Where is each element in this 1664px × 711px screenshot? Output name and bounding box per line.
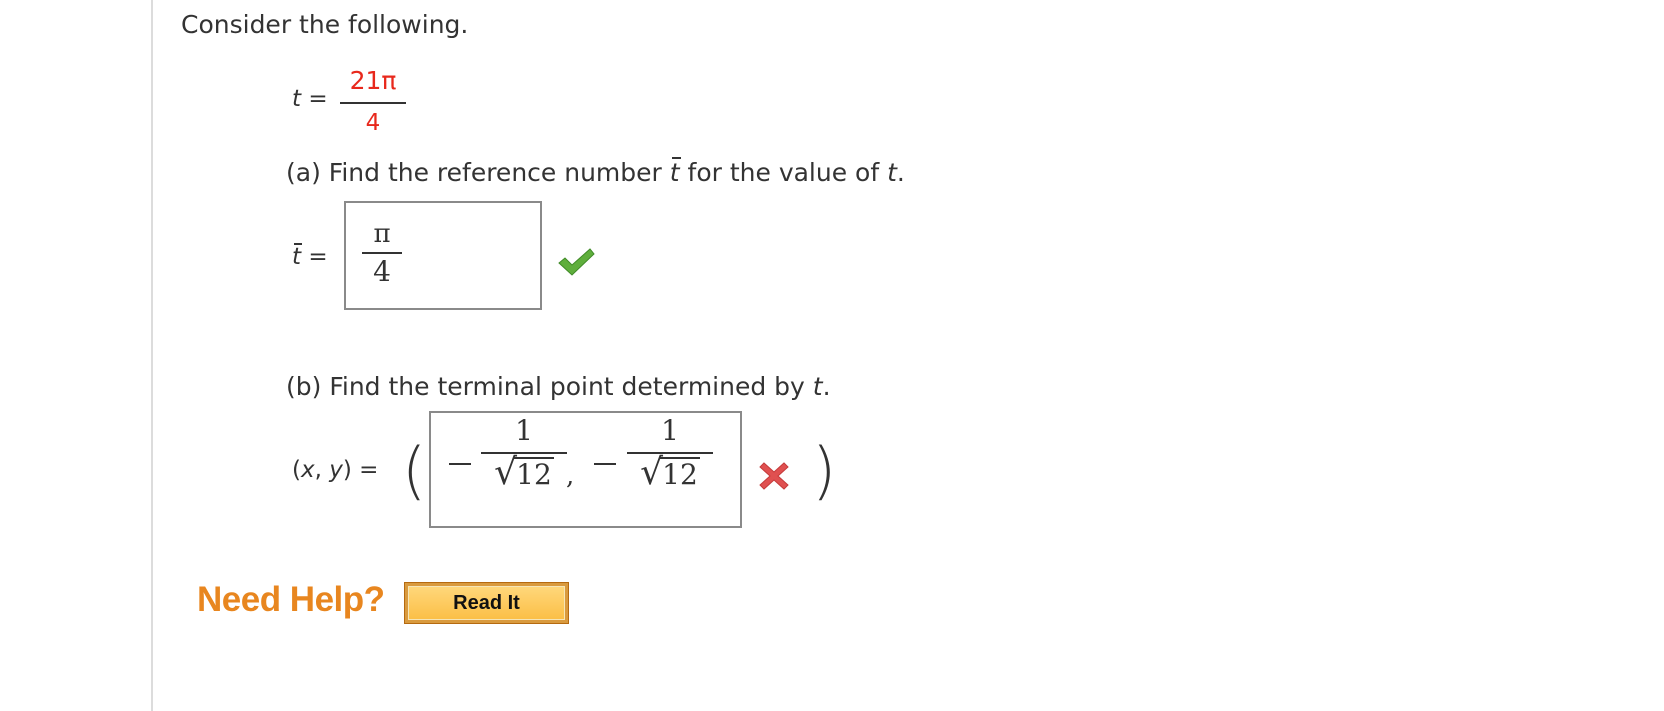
x-radicand: 12 bbox=[514, 457, 554, 491]
part-a-label-var: t bbox=[292, 243, 303, 270]
radical-icon: √ bbox=[494, 452, 518, 493]
y-radicand: 12 bbox=[660, 457, 700, 491]
need-help-label: Need Help? bbox=[197, 580, 385, 619]
left-border bbox=[151, 0, 153, 711]
given-fraction: 21π 4 bbox=[340, 66, 406, 138]
part-a-suffix: . bbox=[896, 158, 905, 187]
part-b-var: t bbox=[812, 372, 823, 401]
y-denominator: √ 12 bbox=[627, 453, 713, 493]
part-b-answer-box[interactable]: 1 √ 12 , 1 √ 12 bbox=[429, 411, 742, 528]
given-label: t = bbox=[292, 86, 328, 112]
given-denominator: 4 bbox=[365, 110, 381, 136]
part-a-label-equals: = bbox=[308, 244, 328, 270]
part-b-answer-label: (x, y) = bbox=[292, 457, 379, 483]
incorrect-x-icon bbox=[759, 462, 789, 490]
part-a-var: t bbox=[887, 158, 897, 187]
part-a-answer-denominator: 4 bbox=[373, 255, 391, 288]
correct-check-icon bbox=[558, 248, 595, 276]
part-a-answer-label: t = bbox=[292, 243, 328, 270]
y-sqrt: √ 12 bbox=[640, 453, 700, 493]
part-a-answer-box[interactable]: π 4 bbox=[344, 201, 542, 310]
y-numerator: 1 bbox=[661, 414, 679, 447]
right-paren: ) bbox=[812, 434, 837, 507]
given-equals: = bbox=[308, 86, 328, 112]
given-var: t bbox=[292, 86, 302, 112]
intro-text: Consider the following. bbox=[181, 10, 469, 39]
comma: , bbox=[566, 461, 575, 491]
read-it-button[interactable]: Read It bbox=[404, 582, 569, 624]
part-a-prefix: (a) Find the reference number bbox=[286, 158, 670, 187]
x-numerator: 1 bbox=[515, 414, 533, 447]
part-b-prefix: (b) Find the terminal point determined b… bbox=[286, 372, 813, 401]
part-b-question: (b) Find the terminal point determined b… bbox=[286, 372, 831, 401]
part-b-label-y: y bbox=[329, 457, 343, 483]
x-fraction: 1 √ 12 bbox=[481, 414, 567, 493]
part-a-middle: for the value of bbox=[679, 158, 888, 187]
part-b-label-x: x bbox=[300, 457, 315, 483]
given-numerator: 21π bbox=[349, 66, 397, 95]
read-it-label: Read It bbox=[408, 586, 565, 620]
x-sqrt: √ 12 bbox=[494, 453, 554, 493]
part-a-answer-fraction: π 4 bbox=[362, 219, 402, 288]
part-a-tbar: t bbox=[669, 157, 681, 187]
y-fraction: 1 √ 12 bbox=[627, 414, 713, 493]
x-denominator: √ 12 bbox=[481, 453, 567, 493]
y-minus-sign bbox=[594, 463, 616, 465]
part-b-suffix: . bbox=[822, 372, 831, 401]
left-paren: ( bbox=[402, 434, 427, 507]
radical-icon: √ bbox=[640, 452, 664, 493]
x-minus-sign bbox=[449, 463, 471, 465]
part-a-question: (a) Find the reference number t for the … bbox=[286, 157, 905, 187]
part-b-label-equals: = bbox=[359, 457, 379, 483]
part-a-answer-numerator: π bbox=[373, 219, 391, 249]
